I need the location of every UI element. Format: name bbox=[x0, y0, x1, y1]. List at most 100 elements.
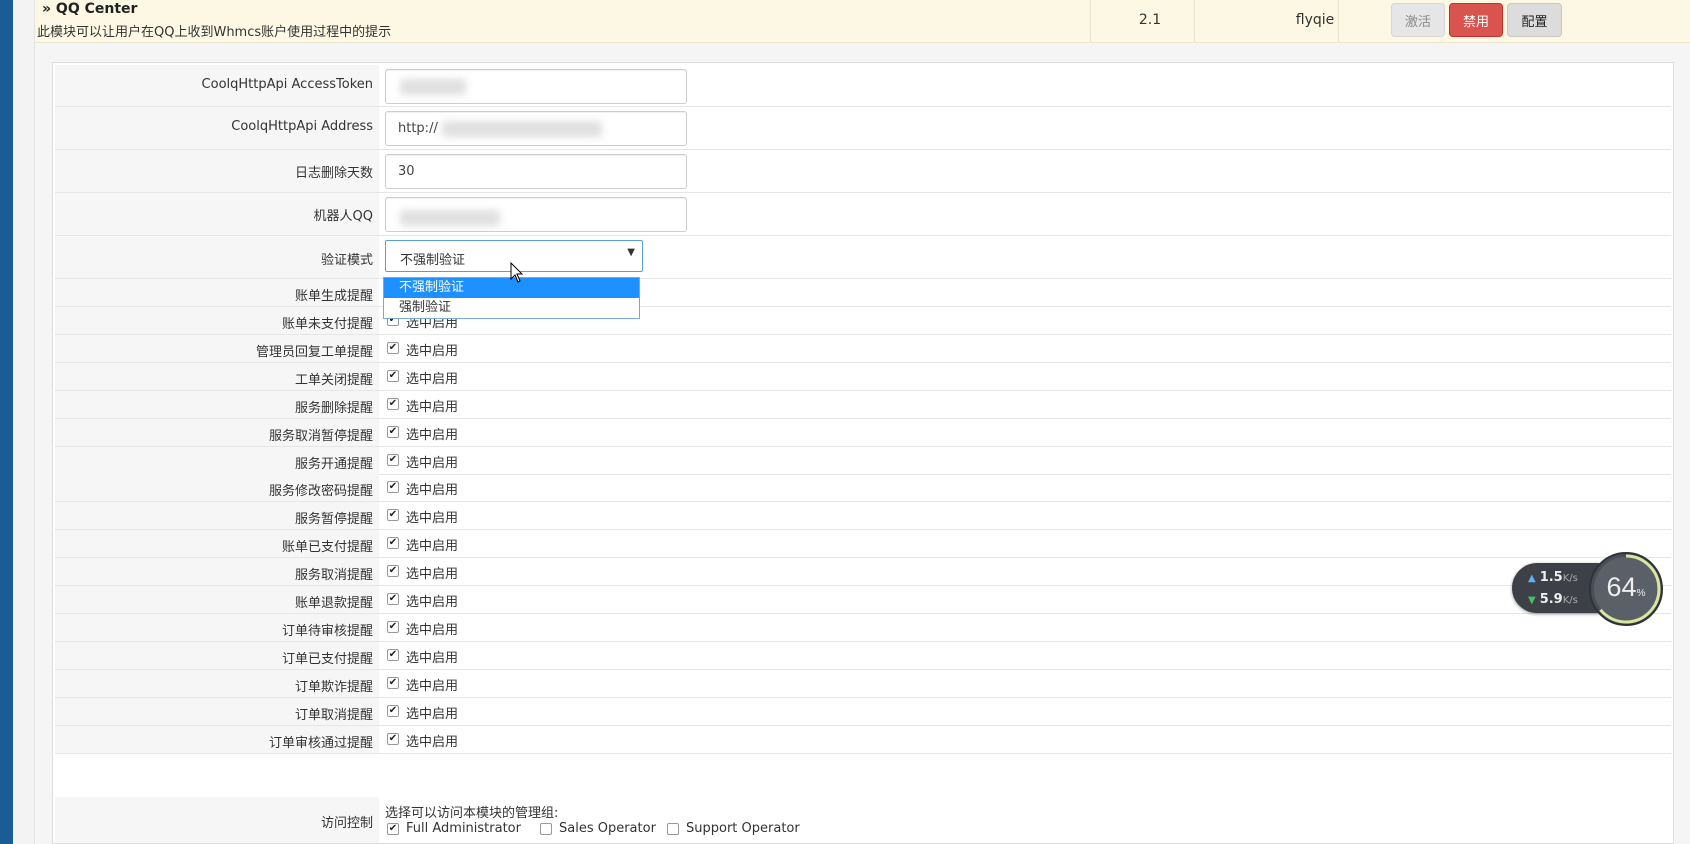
percent-value: 64 bbox=[1606, 572, 1637, 602]
notification-label: 账单未支付提醒 bbox=[281, 317, 373, 332]
notification-label: 订单待审核提醒 bbox=[281, 623, 373, 639]
row-label-cell: 管理员回复工单提醒 bbox=[55, 334, 379, 362]
row-label-cell: CoolqHttpApi Address bbox=[55, 107, 379, 149]
log-days-input[interactable]: 30 bbox=[385, 154, 687, 189]
row-label-cell: 机器人QQ bbox=[55, 193, 379, 235]
enable-checkbox[interactable]: ✔ bbox=[387, 425, 399, 438]
enable-checkbox-label: 选中启用 bbox=[406, 511, 459, 527]
notification-row: 服务开通提醒 ✔ 选中启用 bbox=[55, 446, 1671, 475]
mouse-cursor-icon bbox=[510, 262, 524, 283]
notification-label: 订单取消提醒 bbox=[294, 707, 373, 723]
enable-checkbox[interactable]: ✔ bbox=[387, 537, 399, 550]
enable-checkbox-label: 选中启用 bbox=[406, 343, 459, 359]
sales-operator-checkbox[interactable] bbox=[540, 823, 552, 835]
row-label-cell: 账单已支付提醒 bbox=[55, 530, 379, 558]
speed-unit: K/s bbox=[1562, 573, 1578, 584]
enable-checkbox[interactable]: ✔ bbox=[387, 481, 399, 494]
enable-checkbox-label: 选中启用 bbox=[406, 622, 459, 638]
row-label-cell: 账单未支付提醒 bbox=[55, 307, 379, 334]
enable-checkbox[interactable]: ✔ bbox=[387, 648, 399, 661]
support-operator-checkbox[interactable] bbox=[667, 823, 679, 835]
enable-checkbox-label: 选中启用 bbox=[406, 650, 459, 666]
notification-row: 服务删除提醒 ✔ 选中启用 bbox=[55, 390, 1671, 419]
usage-gauge: 64% bbox=[1588, 551, 1664, 627]
row-label-cell: 服务删除提醒 bbox=[55, 390, 379, 418]
notification-row: 账单已支付提醒 ✔ 选中启用 bbox=[55, 530, 1671, 559]
notification-row: 订单取消提醒 ✔ 选中启用 bbox=[55, 697, 1671, 726]
group-label: Support Operator bbox=[686, 821, 800, 836]
select-value: 不强制验证 bbox=[400, 253, 466, 268]
row-label-cell: 验证模式 bbox=[55, 236, 379, 278]
address-input[interactable]: http:// bbox=[385, 111, 687, 146]
redacted-value bbox=[442, 121, 602, 137]
row-label-cell: 账单生成提醒 bbox=[55, 279, 379, 306]
admin-sidebar-edge bbox=[0, 0, 13, 844]
notification-row: 订单欺诈提醒 ✔ 选中启用 bbox=[55, 669, 1671, 698]
notification-label: 工单关闭提醒 bbox=[294, 372, 373, 388]
module-title: » QQ Center bbox=[42, 1, 138, 17]
notification-label: 管理员回复工单提醒 bbox=[255, 344, 373, 360]
group-label: Sales Operator bbox=[559, 821, 656, 836]
notification-label: 服务开通提醒 bbox=[294, 456, 373, 472]
field-label: 验证模式 bbox=[320, 253, 373, 268]
enable-checkbox[interactable]: ✔ bbox=[387, 704, 399, 717]
notification-row: 服务修改密码提醒 ✔ 选中启用 bbox=[55, 474, 1671, 503]
input-value: http:// bbox=[398, 121, 438, 136]
download-arrow-icon: ▼ bbox=[1528, 595, 1536, 606]
row-label-cell: 服务取消提醒 bbox=[55, 558, 379, 586]
upload-speed: ▲ 1.5K/s bbox=[1528, 570, 1578, 585]
enable-checkbox[interactable]: ✔ bbox=[387, 453, 399, 466]
enable-checkbox-label: 选中启用 bbox=[406, 455, 459, 471]
group-label: Full Administrator bbox=[406, 821, 521, 836]
enable-checkbox-label: 选中启用 bbox=[406, 427, 459, 443]
activate-button[interactable]: 激活 bbox=[1391, 3, 1445, 37]
field-label: CoolqHttpApi AccessToken bbox=[201, 77, 373, 92]
full-admin-checkbox[interactable]: ✔ bbox=[387, 823, 399, 835]
column-divider bbox=[1194, 0, 1195, 43]
access-token-input[interactable] bbox=[385, 69, 687, 104]
field-label: 日志删除天数 bbox=[294, 166, 373, 181]
upload-value: 1.5 bbox=[1539, 570, 1563, 585]
config-button[interactable]: 配置 bbox=[1507, 3, 1562, 37]
enable-checkbox-label: 选中启用 bbox=[406, 706, 459, 722]
speed-unit: K/s bbox=[1562, 595, 1578, 606]
row-label-cell: 服务取消暂停提醒 bbox=[55, 418, 379, 446]
dropdown-arrow-icon: ▼ bbox=[627, 247, 635, 258]
enable-checkbox[interactable]: ✔ bbox=[387, 593, 399, 605]
enable-checkbox[interactable]: ✔ bbox=[387, 369, 399, 382]
verify-option[interactable]: 强制验证 bbox=[384, 298, 639, 318]
row-label-cell: 日志删除天数 bbox=[55, 150, 379, 192]
enable-checkbox-label: 选中启用 bbox=[406, 539, 459, 555]
notification-row: 账单未支付提醒 ✔ 选中启用 bbox=[55, 307, 1671, 335]
bot-qq-input[interactable] bbox=[385, 197, 687, 232]
enable-checkbox[interactable]: ✔ bbox=[387, 732, 399, 745]
network-monitor-widget[interactable]: ▲ 1.5K/s ▼ 5.9K/s 64% bbox=[1512, 551, 1666, 627]
notification-row: 账单退款提醒 ✔ 选中启用 bbox=[55, 586, 1671, 614]
notification-label: 服务取消提醒 bbox=[294, 568, 373, 584]
percent-sign: % bbox=[1636, 588, 1646, 599]
enable-checkbox[interactable]: ✔ bbox=[387, 620, 399, 633]
notification-row: 服务取消暂停提醒 ✔ 选中启用 bbox=[55, 418, 1671, 447]
upload-arrow-icon: ▲ bbox=[1528, 573, 1536, 584]
enable-checkbox[interactable]: ✔ bbox=[387, 676, 399, 689]
notification-label: 服务暂停提醒 bbox=[294, 512, 373, 528]
notification-label: 服务修改密码提醒 bbox=[268, 484, 373, 500]
access-hint: 选择可以访问本模块的管理组: bbox=[385, 806, 559, 821]
enable-checkbox[interactable]: ✔ bbox=[387, 397, 399, 410]
row-label-cell: 订单已支付提醒 bbox=[55, 641, 379, 669]
notification-row: 订单已支付提醒 ✔ 选中启用 bbox=[55, 641, 1671, 670]
config-row-log-days: 日志删除天数 30 bbox=[55, 150, 1671, 193]
notification-row: 管理员回复工单提醒 ✔ 选中启用 bbox=[55, 334, 1671, 363]
field-label: CoolqHttpApi Address bbox=[231, 119, 373, 134]
enable-checkbox[interactable]: ✔ bbox=[387, 509, 399, 522]
config-row-access-control: 访问控制 选择可以访问本模块的管理组: ✔ Full Administrator… bbox=[55, 797, 1671, 843]
module-version: 2.1 bbox=[1138, 12, 1162, 28]
enable-checkbox-label: 选中启用 bbox=[406, 567, 459, 583]
enable-checkbox-label: 选中启用 bbox=[406, 399, 459, 415]
enable-checkbox[interactable]: ✔ bbox=[387, 565, 399, 578]
download-value: 5.9 bbox=[1539, 592, 1563, 607]
enable-checkbox[interactable]: ✔ bbox=[387, 341, 399, 354]
disable-button[interactable]: 禁用 bbox=[1449, 3, 1503, 37]
config-row-address: CoolqHttpApi Address http:// bbox=[55, 107, 1671, 150]
redacted-value bbox=[400, 79, 466, 95]
